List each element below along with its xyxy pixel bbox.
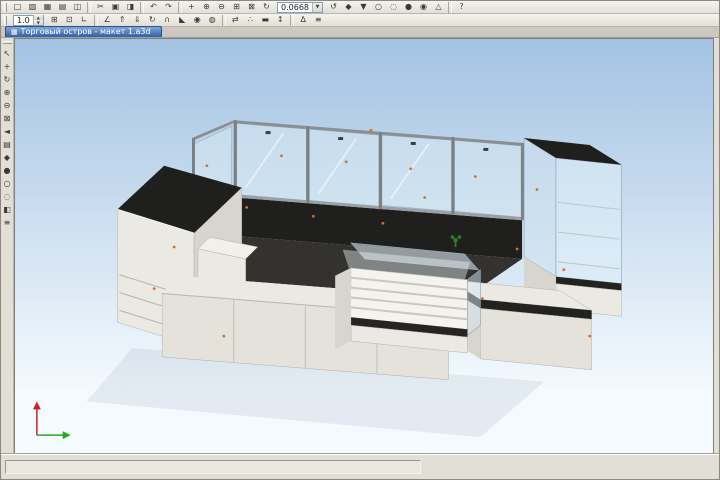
zoom-in-view-icon[interactable]: ⊕ [1, 86, 13, 99]
toolbar-grip[interactable] [3, 41, 12, 44]
print-preview-icon[interactable]: ◫ [70, 1, 85, 13]
hidden-edges-icon[interactable]: ◌ [1, 190, 13, 203]
isometric-view-icon[interactable]: ◆ [1, 151, 13, 164]
mirror-icon[interactable]: ⇄ [228, 14, 243, 26]
paste-icon[interactable]: ◨ [123, 1, 138, 13]
scale-value: 0.0668 [278, 3, 312, 12]
zoom-fit-icon[interactable]: ⊠ [244, 1, 259, 13]
shaded-edges-icon[interactable]: ◉ [416, 1, 431, 13]
chamfer-icon[interactable]: ◣ [175, 14, 190, 26]
spinner-down-icon[interactable]: ▼ [34, 20, 43, 25]
cut-extrude-icon[interactable]: ⇓ [130, 14, 145, 26]
hole-icon[interactable]: ◉ [190, 14, 205, 26]
redo-icon[interactable]: ↷ [161, 1, 176, 13]
status-bar [1, 454, 719, 479]
separator [448, 2, 452, 13]
canvas-3d-viewport[interactable] [14, 38, 714, 454]
hidden-lines-icon[interactable]: ◌ [386, 1, 401, 13]
refrigerated-display [335, 243, 480, 353]
zoom-spinner: ▲ ▼ [33, 15, 43, 25]
zoom-out-icon[interactable]: ⊖ [214, 1, 229, 13]
view-toolbar-buttons: ⊞⊡∟ ∠⇑⇓↻∩◣◉◍ ⇄∴▬↕ ∆≡ [47, 14, 326, 26]
document-tab-bar: ▦ Торговый остров - макет 1.a3d [1, 27, 719, 38]
wireframe-icon[interactable]: ○ [371, 1, 386, 13]
zoom-all-icon[interactable]: ⊠ [1, 112, 13, 125]
left-toolbar-buttons: ↖+↻⊕⊖⊠◄▤◆●○◌◧≡ [1, 47, 13, 229]
save-icon[interactable]: ▦ [40, 1, 55, 13]
document-tab-title: Торговый остров - макет 1.a3d [21, 27, 151, 37]
revolve-icon[interactable]: ↻ [145, 14, 160, 26]
3d-model[interactable] [87, 120, 622, 437]
document-tab[interactable]: ▦ Торговый остров - макет 1.a3d [5, 26, 162, 37]
separator [140, 2, 144, 13]
orientation-icon[interactable]: ◆ [341, 1, 356, 13]
zoom-spinbox[interactable]: 1.0 ▲ ▼ [13, 15, 44, 26]
grid-icon[interactable]: ⊞ [47, 14, 62, 26]
pan-view-icon[interactable]: + [184, 1, 199, 13]
settings-icon[interactable]: ≡ [1, 216, 13, 229]
refresh-view-icon[interactable]: ↻ [259, 1, 274, 13]
array-icon[interactable]: ∴ [243, 14, 258, 26]
properties-icon[interactable]: ≡ [311, 14, 326, 26]
separator [87, 2, 91, 13]
coordinate-axes [33, 401, 71, 439]
viewport-svg [15, 39, 713, 453]
front-view-icon[interactable]: ▤ [1, 138, 13, 151]
plane-icon[interactable]: ▬ [258, 14, 273, 26]
select-icon[interactable]: ↖ [1, 47, 13, 60]
cut-icon[interactable]: ✂ [93, 1, 108, 13]
shaded-mode-icon[interactable]: ● [1, 164, 13, 177]
separator [178, 2, 182, 13]
status-message [5, 460, 421, 474]
main-toolbar-buttons-left: □▧▦▤◫ ✂▣◨ ↶↷ +⊕⊖⊞⊠↻ [10, 1, 274, 13]
help-icon[interactable]: ? [454, 1, 469, 13]
toolbar-grip[interactable] [4, 3, 7, 12]
extrude-icon[interactable]: ⇑ [115, 14, 130, 26]
scale-combobox[interactable]: 0.0668 ▼ [277, 2, 323, 13]
open-document-icon[interactable]: ▧ [25, 1, 40, 13]
separator [94, 15, 98, 26]
shaded-icon[interactable]: ● [401, 1, 416, 13]
zoom-value: 1.0 [14, 16, 33, 25]
application-window: □▧▦▤◫✂▣◨↶↷+⊕⊖⊞⊠↻ 0.0668 ▼ ↺◆▼○◌●◉△? 1.0 … [0, 0, 720, 480]
undo-icon[interactable]: ↶ [146, 1, 161, 13]
pan-icon[interactable]: + [1, 60, 13, 73]
measure-icon[interactable]: ∆ [296, 14, 311, 26]
left-toolbar: ↖+↻⊕⊖⊠◄▤◆●○◌◧≡ [1, 38, 14, 454]
separator [222, 15, 226, 26]
fillet-icon[interactable]: ∩ [160, 14, 175, 26]
main-toolbar-buttons-right: ↺◆▼○◌●◉△? [326, 1, 469, 13]
shell-icon[interactable]: ◍ [205, 14, 220, 26]
zoom-out-view-icon[interactable]: ⊖ [1, 99, 13, 112]
ortho-mode-icon[interactable]: ∟ [77, 14, 92, 26]
zoom-in-icon[interactable]: ⊕ [199, 1, 214, 13]
sketch-icon[interactable]: ∠ [100, 14, 115, 26]
axis-icon[interactable]: ↕ [273, 14, 288, 26]
section-view-icon[interactable]: ◧ [1, 203, 13, 216]
orientation-dropdown-icon[interactable]: ▼ [356, 1, 371, 13]
copy-icon[interactable]: ▣ [108, 1, 123, 13]
wireframe-mode-icon[interactable]: ○ [1, 177, 13, 190]
main-toolbar: □▧▦▤◫✂▣◨↶↷+⊕⊖⊞⊠↻ 0.0668 ▼ ↺◆▼○◌●◉△? [1, 1, 719, 14]
new-document-icon[interactable]: □ [10, 1, 25, 13]
document-icon: ▦ [11, 27, 18, 37]
scale-dropdown-icon[interactable]: ▼ [312, 3, 322, 12]
rotate-model-icon[interactable]: ↻ [1, 73, 13, 86]
perspective-icon[interactable]: △ [431, 1, 446, 13]
previous-view-icon[interactable]: ◄ [1, 125, 13, 138]
separator [290, 15, 294, 26]
zoom-window-icon[interactable]: ⊞ [229, 1, 244, 13]
toolbar-grip[interactable] [4, 16, 7, 25]
rotate-view-icon[interactable]: ↺ [326, 1, 341, 13]
print-icon[interactable]: ▤ [55, 1, 70, 13]
snap-icon[interactable]: ⊡ [62, 14, 77, 26]
